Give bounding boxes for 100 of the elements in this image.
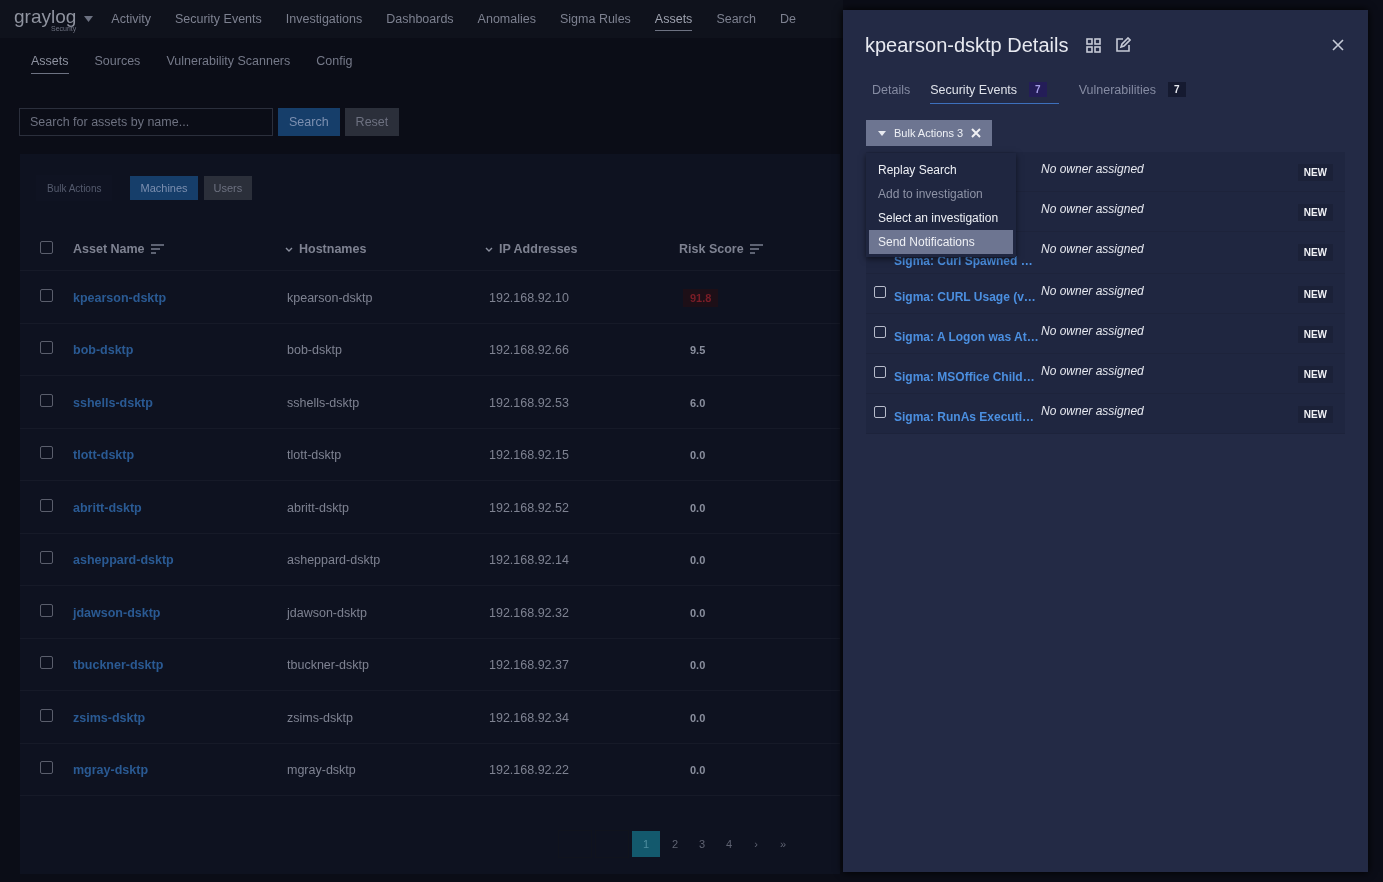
menu-item[interactable]: Send Notifications: [869, 230, 1013, 254]
page-link[interactable]: 3: [690, 831, 714, 857]
nav-link[interactable]: Dashboards: [386, 7, 454, 31]
drawer-tab[interactable]: Vulnerabilities 7: [1078, 82, 1186, 104]
page-link[interactable]: »: [771, 831, 795, 857]
status-badge: NEW: [1297, 164, 1333, 181]
event-checkbox[interactable]: [874, 286, 886, 298]
column-header[interactable]: Hostnames: [299, 242, 367, 256]
row-checkbox[interactable]: [40, 761, 53, 775]
hostname-cell: mgray-dsktp: [287, 763, 356, 778]
event-link[interactable]: Sigma: RunAs Executi…: [894, 410, 1035, 424]
subnav-tab[interactable]: Config: [316, 54, 353, 74]
event-checkbox[interactable]: [874, 406, 886, 418]
risk-score: 0.0: [689, 553, 707, 569]
risk-score: 0.0: [689, 448, 707, 464]
ip-cell: 192.168.92.52: [489, 500, 569, 515]
hostname-cell: jdawson-dsktp: [287, 605, 367, 620]
drawer-tab[interactable]: Security Events 7: [930, 82, 1059, 104]
asset-link[interactable]: bob-dsktp: [73, 343, 134, 358]
ip-cell: 192.168.92.10: [489, 290, 569, 305]
ip-cell: 192.168.92.32: [489, 605, 569, 620]
ip-cell: 192.168.92.37: [489, 658, 569, 673]
risk-score: 0.0: [689, 500, 707, 516]
reset-button[interactable]: Reset: [344, 108, 400, 136]
page-link[interactable]: 4: [717, 831, 741, 857]
asset-link[interactable]: tbuckner-dsktp: [73, 658, 164, 673]
row-checkbox[interactable]: [40, 656, 53, 670]
asset-link[interactable]: abritt-dsktp: [73, 500, 142, 515]
row-checkbox[interactable]: [40, 341, 53, 355]
event-checkbox[interactable]: [874, 366, 886, 378]
asset-link[interactable]: jdawson-dsktp: [73, 605, 161, 620]
caret-icon[interactable]: [84, 16, 94, 22]
nav-link[interactable]: Sigma Rules: [560, 7, 631, 31]
bulk-actions-button[interactable]: Bulk Actions 3: [866, 120, 993, 146]
asset-link[interactable]: mgray-dsktp: [73, 763, 149, 778]
row-checkbox[interactable]: [40, 708, 53, 722]
row-checkbox[interactable]: [40, 498, 53, 512]
sort-icon[interactable]: [150, 244, 164, 254]
page-link[interactable]: ›: [744, 831, 768, 857]
hostname-cell: bob-dsktp: [287, 343, 342, 358]
drawer-tab[interactable]: Details: [872, 82, 911, 104]
nav-link[interactable]: Assets: [654, 7, 693, 31]
owner-text: No owner assigned: [1041, 364, 1145, 378]
nav-link[interactable]: Security Events: [174, 7, 262, 31]
nav-link[interactable]: De: [780, 7, 796, 31]
asset-link[interactable]: sshells-dsktp: [73, 395, 153, 410]
menu-item[interactable]: Replay Search: [866, 158, 1016, 182]
status-badge: NEW: [1297, 244, 1333, 261]
subnav-tab[interactable]: Sources: [94, 54, 141, 74]
subnav-tab[interactable]: Vulnerability Scanners: [166, 54, 291, 74]
asset-link[interactable]: zsims-dsktp: [73, 710, 146, 725]
ip-cell: 192.168.92.34: [489, 710, 569, 725]
asset-link[interactable]: kpearson-dsktp: [73, 290, 167, 305]
status-badge: NEW: [1297, 326, 1333, 343]
row-checkbox[interactable]: [40, 393, 53, 407]
owner-text: No owner assigned: [1041, 404, 1145, 418]
close-icon[interactable]: [1332, 39, 1344, 51]
risk-score: 0.0: [689, 763, 707, 779]
drawer-title: kpearson-dsktp Details: [865, 33, 1069, 57]
row-checkbox[interactable]: [40, 446, 53, 460]
asset-link[interactable]: asheppard-dsktp: [73, 553, 174, 568]
owner-text: No owner assigned: [1041, 162, 1145, 176]
row-checkbox[interactable]: [40, 551, 53, 565]
search-field[interactable]: Search for assets by name...: [19, 108, 273, 136]
event-link[interactable]: Sigma: CURL Usage (v…: [894, 290, 1036, 304]
status-badge: NEW: [1297, 286, 1333, 303]
select-all-checkbox[interactable]: [40, 241, 53, 254]
status-badge: NEW: [1297, 204, 1333, 221]
subnav-tab[interactable]: Assets: [31, 54, 69, 74]
nav-link[interactable]: Search: [716, 7, 756, 31]
hostname-cell: tlott-dsktp: [287, 448, 342, 463]
grid-icon[interactable]: [1086, 37, 1102, 53]
search-button[interactable]: Search: [278, 108, 340, 136]
nav-link[interactable]: Investigations: [285, 7, 363, 31]
risk-score: 9.5: [689, 343, 707, 359]
nav-link[interactable]: Anomalies: [477, 7, 536, 31]
row-checkbox[interactable]: [40, 603, 53, 617]
event-checkbox[interactable]: [874, 326, 886, 338]
column-header[interactable]: IP Addresses: [499, 242, 578, 256]
event-link[interactable]: Sigma: MSOffice Child…: [894, 370, 1035, 384]
filter-toggle[interactable]: Users: [203, 176, 253, 200]
ip-cell: 192.168.92.66: [489, 343, 569, 358]
menu-item[interactable]: Select an investigation: [866, 206, 1016, 230]
hostname-cell: abritt-dsktp: [287, 500, 349, 515]
page-link[interactable]: 2: [663, 831, 687, 857]
edit-icon[interactable]: [1115, 37, 1132, 53]
sort-icon[interactable]: [749, 244, 763, 254]
event-link[interactable]: Sigma: A Logon was At…: [894, 330, 1039, 344]
column-header[interactable]: Asset Name: [73, 242, 145, 256]
owner-text: No owner assigned: [1041, 242, 1145, 256]
hostname-cell: kpearson-dsktp: [287, 290, 373, 305]
risk-score: 91.8: [683, 288, 719, 307]
ip-cell: 192.168.92.53: [489, 395, 569, 410]
nav-link[interactable]: Activity: [111, 7, 151, 31]
row-checkbox[interactable]: [40, 288, 53, 302]
column-header[interactable]: Risk Score: [679, 242, 744, 256]
clear-icon[interactable]: [971, 128, 982, 138]
asset-link[interactable]: tlott-dsktp: [73, 448, 135, 463]
hostname-cell: zsims-dsktp: [287, 710, 353, 725]
filter-toggle[interactable]: Machines: [130, 176, 198, 200]
